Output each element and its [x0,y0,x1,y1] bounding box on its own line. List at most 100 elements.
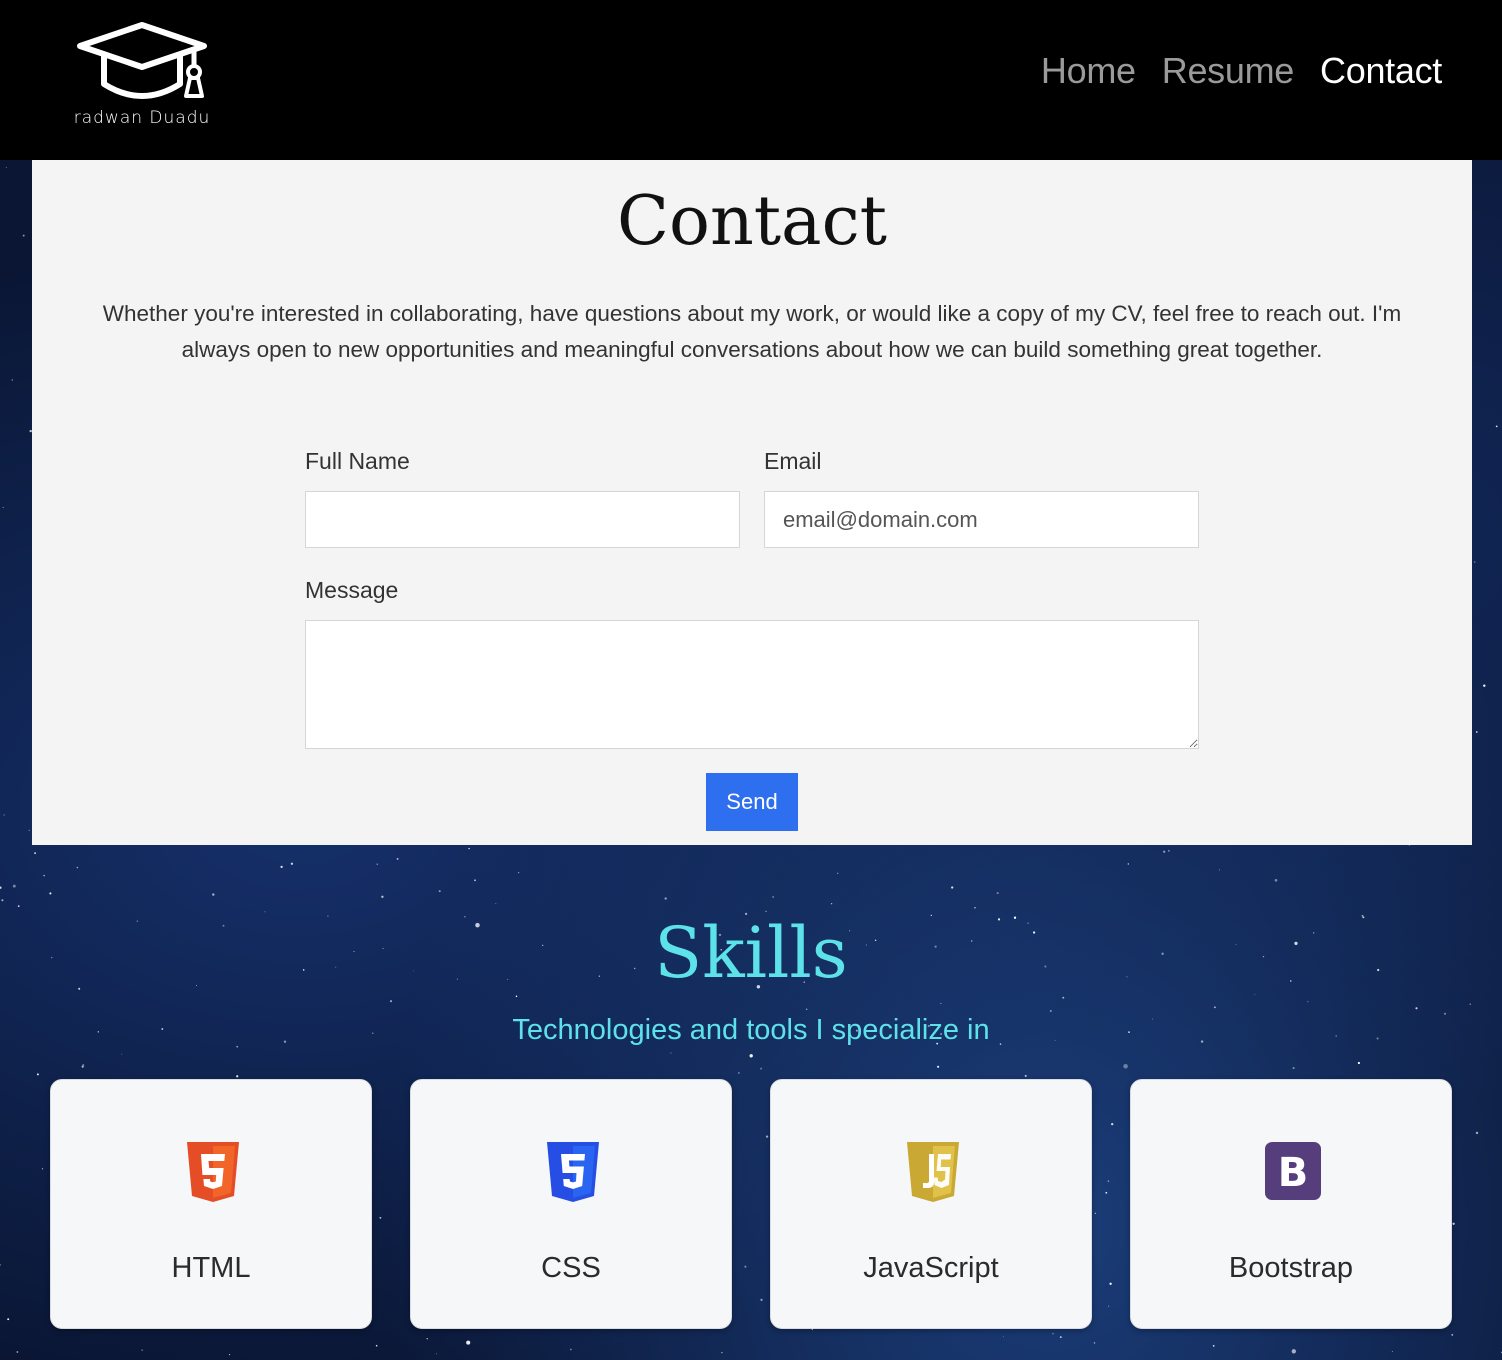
star [1024,1074,1027,1077]
star [34,852,36,854]
star [376,863,378,865]
star [1475,1131,1479,1135]
star [515,995,518,998]
star [1212,1345,1215,1347]
site-logo[interactable]: radwan Duadu [62,22,222,132]
star [280,865,283,869]
js-icon [907,1142,959,1202]
star [466,1340,471,1345]
star [772,896,775,898]
star [1109,1282,1112,1285]
css3-icon [547,1142,599,1202]
skills-title: Skills [654,912,848,994]
nav-link-home[interactable]: Home [1041,50,1136,92]
star [951,886,954,889]
bootstrap-icon: B [1265,1142,1321,1200]
nav-link-contact[interactable]: Contact [1320,50,1442,92]
star [5,166,7,168]
star [518,872,520,874]
skill-name: JavaScript [863,1252,999,1284]
star [1052,1333,1054,1335]
star [837,872,839,874]
star [996,892,999,895]
send-button[interactable]: Send [706,773,798,831]
star [1213,1006,1216,1009]
star [1163,850,1166,853]
star [212,893,215,896]
star [1473,561,1476,563]
star [1093,1342,1096,1344]
star [721,1351,723,1354]
star [426,1338,428,1340]
graduation-cap-icon [77,22,207,99]
skill-card-css[interactable]: CSS [410,1079,732,1329]
email-label: Email [764,448,822,474]
star [1,899,4,902]
star [1451,1334,1454,1336]
star [1062,996,1065,999]
nav-link-resume[interactable]: Resume [1162,50,1295,92]
star [830,903,833,905]
email-input[interactable] [764,491,1199,548]
star [436,1353,437,1355]
message-textarea[interactable] [305,620,1199,749]
skill-name: CSS [541,1252,601,1284]
star [570,1348,572,1351]
star [290,862,294,865]
star [1123,1064,1128,1069]
skill-card-javascript[interactable]: JavaScript [770,1079,1092,1329]
star [379,1216,382,1219]
star [375,1344,378,1347]
nav-menu: Home Resume Contact [1041,50,1442,92]
star [7,1318,10,1321]
star [0,886,2,889]
star [670,1052,672,1054]
skill-card-bootstrap[interactable]: B Bootstrap [1130,1079,1452,1329]
logo-text: radwan Duadu [73,108,211,128]
skill-card-html[interactable]: HTML [50,1079,372,1329]
star [141,1349,144,1351]
star [765,1135,769,1138]
star [1469,1003,1471,1005]
star [1108,1305,1110,1307]
star [1307,1001,1309,1003]
star [28,829,30,832]
star [1274,878,1278,882]
star [1111,1122,1114,1126]
star [381,895,384,898]
star [16,1351,19,1353]
star [1357,1061,1360,1065]
navbar: radwan Duadu Home Resume Contact [0,0,1502,160]
star [389,1000,393,1003]
star [3,814,5,816]
star [738,1072,740,1074]
message-label: Message [305,577,399,603]
star [1475,731,1478,733]
star [81,1065,84,1068]
skills-subtitle: Technologies and tools I specialize in [512,1014,990,1046]
star [1049,1009,1052,1013]
star [749,1054,753,1058]
full-name-input[interactable] [305,491,740,548]
star [806,1008,808,1010]
skill-name: HTML [171,1252,251,1284]
contact-intro-text: Whether you're interested in collaborati… [102,301,1402,362]
html5-icon [187,1142,239,1202]
star [1254,993,1256,995]
skill-name: Bootstrap [1228,1252,1354,1284]
star [664,897,667,900]
star [36,1073,39,1076]
star [228,1354,231,1356]
star [76,866,79,869]
star [974,907,976,909]
star [1219,869,1220,871]
star [937,1065,940,1068]
star [760,1067,763,1070]
star [1495,425,1498,428]
star [12,884,16,888]
contact-title: Contact [616,182,888,261]
star [474,879,476,882]
star [1059,1336,1062,1339]
star [43,875,45,877]
star [1168,850,1170,852]
